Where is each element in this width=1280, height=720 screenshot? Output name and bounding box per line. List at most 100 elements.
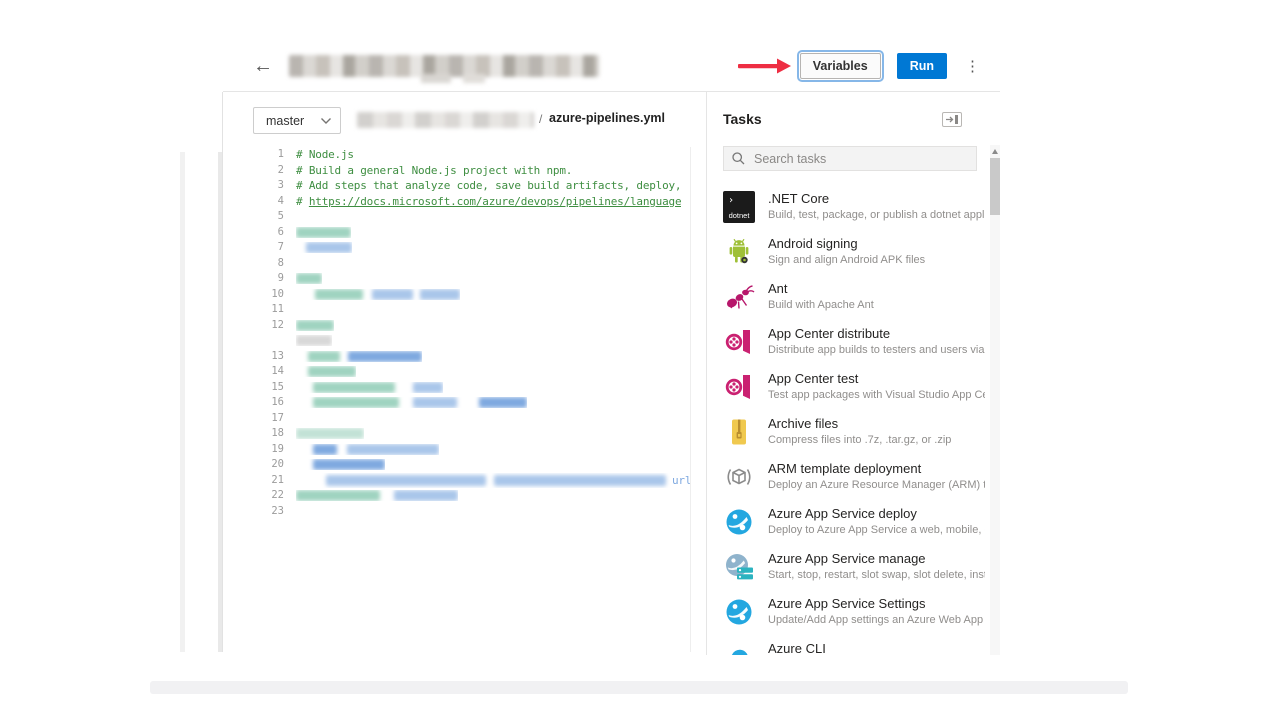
line-number: 15 xyxy=(223,380,284,396)
branch-name: master xyxy=(266,114,304,128)
more-options-button[interactable]: ⋮ xyxy=(961,57,984,75)
line-number: 19 xyxy=(223,442,284,458)
task-description: Distribute app builds to testers and use… xyxy=(768,344,985,356)
archive-files-icon xyxy=(723,416,755,448)
redaction-block xyxy=(421,74,451,83)
task-item[interactable]: App Center distributeDistribute app buil… xyxy=(723,325,985,370)
task-description: Sign and align Android APK files xyxy=(768,254,925,266)
task-item[interactable]: Archive filesCompress files into .7z, .t… xyxy=(723,415,985,460)
task-description: Deploy to Azure App Service a web, mobil… xyxy=(768,524,985,536)
task-item[interactable]: Azure App Service SettingsUpdate/Add App… xyxy=(723,595,985,640)
task-title: Azure App Service Settings xyxy=(768,596,985,611)
header-actions: Variables Run ⋮ xyxy=(738,53,984,79)
code-line: 6 xyxy=(223,225,690,241)
task-description: Build, test, package, or publish a dotne… xyxy=(768,209,985,221)
code-line: 9 xyxy=(223,271,690,287)
code-line: 2# Build a general Node.js project with … xyxy=(223,163,690,179)
line-number: 16 xyxy=(223,395,284,411)
branch-selector[interactable]: master xyxy=(253,107,341,134)
left-scroll-strip xyxy=(180,152,185,652)
collapse-panel-button[interactable] xyxy=(941,112,963,128)
line-number: 7 xyxy=(223,240,284,256)
task-description: Deploy an Azure Resource Manager (ARM) t… xyxy=(768,479,985,491)
line-number: 6 xyxy=(223,225,284,241)
task-title: App Center test xyxy=(768,371,985,386)
back-button[interactable]: ← xyxy=(249,56,277,76)
line-number: 21 xyxy=(223,473,284,489)
task-title: Azure App Service deploy xyxy=(768,506,985,521)
task-item[interactable]: Azure CLI xyxy=(723,640,985,655)
code-line: 18 xyxy=(223,426,690,442)
line-content xyxy=(296,289,460,300)
code-line: 8 xyxy=(223,256,690,272)
line-content xyxy=(296,366,356,377)
code-line: 10 xyxy=(223,287,690,303)
task-item[interactable]: Azure App Service manageStart, stop, res… xyxy=(723,550,985,595)
task-title: .NET Core xyxy=(768,191,985,206)
pane-divider xyxy=(706,92,707,655)
line-content xyxy=(296,351,422,362)
task-item[interactable]: App Center test Test app packages with Vi… xyxy=(723,370,985,415)
line-content xyxy=(296,273,322,284)
line-content xyxy=(296,459,385,470)
code-line: 11 xyxy=(223,302,690,318)
task-item[interactable]: AntBuild with Apache Ant xyxy=(723,280,985,325)
svg-text:›: › xyxy=(728,195,734,206)
line-number: 23 xyxy=(223,504,284,520)
line-content xyxy=(296,335,332,346)
code-line: 3# Add steps that analyze code, save bui… xyxy=(223,178,690,194)
code-line: 14 xyxy=(223,364,690,380)
task-description: Build with Apache Ant xyxy=(768,299,874,311)
azure-app-service-icon xyxy=(723,596,755,628)
code-line: 22 xyxy=(223,488,690,504)
horizontal-scrollbar[interactable] xyxy=(150,681,1128,694)
task-description: Compress files into .7z, .tar.gz, or .zi… xyxy=(768,434,951,446)
line-number: 4 xyxy=(223,194,284,210)
task-text: Azure App Service SettingsUpdate/Add App… xyxy=(768,595,985,626)
task-text: AntBuild with Apache Ant xyxy=(768,280,874,311)
pipeline-header: ← Variables Run ⋮ xyxy=(223,40,1000,92)
code-line: 15 xyxy=(223,380,690,396)
search-tasks-input[interactable] xyxy=(752,151,968,167)
code-line: 16 xyxy=(223,395,690,411)
line-content: # Build a general Node.js project with n… xyxy=(296,163,572,179)
task-item[interactable]: ›dotnet.NET CoreBuild, test, package, or… xyxy=(723,190,985,235)
line-number: 18 xyxy=(223,426,284,442)
task-description: Test app packages with Visual Studio App… xyxy=(768,389,985,401)
task-description: Start, stop, restart, slot swap, slot de… xyxy=(768,569,985,581)
editor-right-edge xyxy=(690,147,691,652)
line-content: # Node.js xyxy=(296,147,354,163)
tasks-scrollbar-track[interactable] xyxy=(990,145,1000,655)
tasks-scrollbar-thumb[interactable] xyxy=(990,158,1000,215)
task-item[interactable]: Android signing Sign and align Android AP… xyxy=(723,235,985,280)
run-button[interactable]: Run xyxy=(897,53,947,79)
yaml-editor[interactable]: 1# Node.js2# Build a general Node.js pro… xyxy=(223,147,690,652)
file-name: azure-pipelines.yml xyxy=(549,111,665,125)
variables-button[interactable]: Variables xyxy=(800,53,881,79)
task-search-box[interactable] xyxy=(723,146,977,171)
task-list: ›dotnet.NET CoreBuild, test, package, or… xyxy=(723,188,985,655)
line-content: # Add steps that analyze code, save buil… xyxy=(296,178,681,194)
azure-cli-icon xyxy=(723,641,755,655)
line-number: 9 xyxy=(223,271,284,287)
scroll-up-arrow-icon xyxy=(992,149,998,154)
android-icon xyxy=(723,236,755,268)
line-number: 5 xyxy=(223,209,284,225)
redaction-block xyxy=(463,74,485,83)
tasks-panel-title: Tasks xyxy=(723,111,762,127)
code-line: 12 xyxy=(223,318,690,334)
line-number: 17 xyxy=(223,411,284,427)
line-number: 11 xyxy=(223,302,284,318)
code-line: 19 xyxy=(223,442,690,458)
line-content xyxy=(296,444,439,455)
task-item[interactable]: ARM template deploymentDeploy an Azure R… xyxy=(723,460,985,505)
code-line: 5 xyxy=(223,209,690,225)
task-text: ARM template deploymentDeploy an Azure R… xyxy=(768,460,985,491)
code-line: 23 xyxy=(223,504,690,520)
line-number: 12 xyxy=(223,318,284,334)
azure-app-service-icon xyxy=(723,506,755,538)
code-line xyxy=(223,333,690,349)
task-title: Android signing xyxy=(768,236,925,251)
kebab-menu-icon: ⋮ xyxy=(965,58,980,75)
task-item[interactable]: Azure App Service deploy Deploy to Azure … xyxy=(723,505,985,550)
